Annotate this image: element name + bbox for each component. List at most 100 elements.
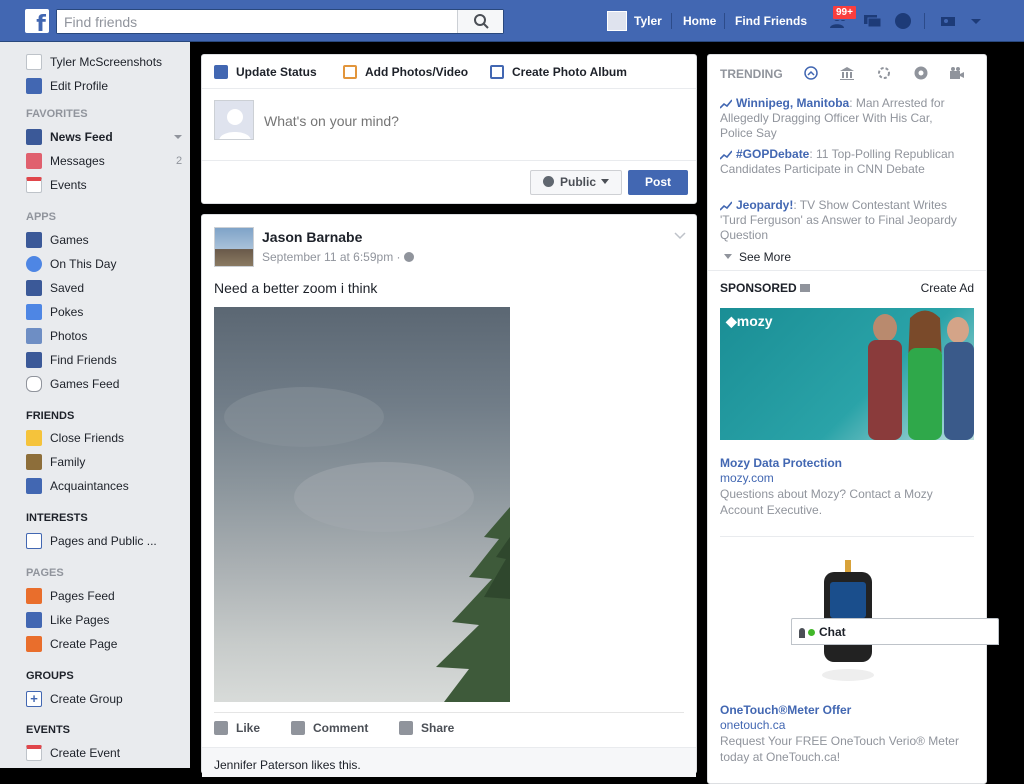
sidebar-item-pages-feed[interactable]: Pages Feed (26, 586, 115, 606)
top-bar: f Tyler Home Find Friends 99+ (0, 0, 1024, 42)
sidebar-item-create-page[interactable]: Create Page (26, 634, 117, 654)
tab-create-photo-album[interactable]: Create Photo Album (490, 65, 627, 79)
sidebar-item-pages-and-public[interactable]: Pages and Public ... (26, 531, 157, 551)
trending-arrow-icon (720, 99, 732, 109)
photo-tree (224, 387, 510, 702)
sidebar-item-label: Pokes (50, 305, 84, 319)
pages-heading: PAGES (26, 567, 64, 579)
apps-heading: APPS (26, 211, 56, 223)
sidebar-profile[interactable]: Tyler McScreenshots (26, 52, 162, 72)
post-button[interactable]: Post (628, 170, 688, 195)
poke-icon (26, 304, 42, 320)
chat-tab[interactable]: Chat (791, 618, 999, 645)
list-icon (26, 478, 42, 494)
sponsored-heading: SPONSORED (720, 281, 811, 295)
status-input[interactable] (264, 110, 684, 132)
sidebar-item-label: Acquaintances (50, 479, 129, 493)
profile-avatar-icon (26, 54, 42, 70)
account-menu-chevron-icon[interactable] (966, 11, 986, 31)
trending-entertainment-icon[interactable] (949, 65, 965, 81)
action-label: Like (236, 721, 261, 735)
composer-avatar (214, 100, 254, 140)
sidebar-item-create-group[interactable]: + Create Group (26, 689, 123, 709)
right-column: TRENDING Winnipeg, Manitoba: Man Arreste… (707, 54, 987, 784)
trending-science-icon[interactable] (876, 65, 892, 81)
post-options-chevron-icon[interactable] (673, 231, 687, 241)
audience-selector[interactable]: Public (530, 170, 622, 195)
trending-politics-icon[interactable] (839, 65, 855, 81)
tab-label: Update Status (236, 65, 317, 79)
profile-avatar[interactable] (607, 11, 627, 31)
see-more-link[interactable]: See More (724, 250, 791, 264)
sidebar-item-find-friends[interactable]: Find Friends (26, 350, 117, 370)
sidebar-item-create-event[interactable]: Create Event (26, 743, 120, 763)
comment-button[interactable]: Comment (291, 721, 368, 735)
sidebar-item-games[interactable]: Games (26, 230, 89, 250)
sidebar-item-label: Create Group (50, 692, 123, 706)
sidebar-item-family[interactable]: Family (26, 452, 85, 472)
sidebar-item-on-this-day[interactable]: On This Day (26, 254, 116, 274)
likes-summary[interactable]: Jennifer Paterson likes this. (214, 758, 361, 772)
sidebar-item-messages[interactable]: Messages (26, 151, 105, 171)
globe-icon (542, 176, 554, 187)
create-ad-link[interactable]: Create Ad (921, 281, 974, 295)
notifications-globe-icon[interactable] (893, 11, 913, 31)
thumbs-up-icon (214, 721, 228, 735)
facebook-logo-icon[interactable]: f (25, 9, 49, 33)
tab-label: Create Photo Album (512, 65, 627, 79)
sidebar-item-photos[interactable]: Photos (26, 326, 87, 346)
trending-item[interactable]: Winnipeg, Manitoba: Man Arrested for All… (720, 96, 960, 141)
privacy-shortcuts-icon[interactable] (938, 11, 958, 31)
sidebar-item-like-pages[interactable]: Like Pages (26, 610, 109, 630)
actions-divider (214, 712, 684, 713)
find-friends-link[interactable]: Find Friends (735, 0, 807, 42)
messages-icon[interactable] (862, 11, 882, 31)
sidebar-item-acquaintances[interactable]: Acquaintances (26, 476, 129, 496)
search-input[interactable] (57, 10, 457, 33)
trending-divider (708, 270, 986, 271)
tab-update-status[interactable]: Update Status (214, 65, 317, 79)
thumbs-up-icon (26, 612, 42, 628)
nav-divider (671, 13, 672, 29)
chat-label: Chat (819, 625, 846, 639)
pencil-icon (214, 65, 228, 79)
sidebar-item-label: Family (50, 455, 86, 469)
ad-desc-mozy: Questions about Mozy? Contact a Mozy Acc… (720, 487, 933, 517)
sidebar-item-label: Messages (50, 154, 105, 168)
sidebar-item-games-feed[interactable]: Games Feed (26, 374, 119, 394)
search-button[interactable] (457, 10, 503, 33)
profile-link[interactable]: Tyler (634, 0, 662, 42)
megaphone-icon (800, 284, 811, 292)
trending-arrow-icon (720, 150, 732, 160)
trending-sports-icon[interactable] (913, 65, 929, 81)
news-feed-options-chevron-icon[interactable] (173, 133, 183, 141)
games-icon (26, 232, 42, 248)
caret-down-icon (601, 179, 609, 184)
post-author-avatar[interactable] (214, 227, 254, 267)
ad-title-mozy[interactable]: Mozy Data Protection (720, 456, 842, 470)
trending-top-icon[interactable] (803, 65, 819, 81)
tab-add-photos-video[interactable]: Add Photos/Video (343, 65, 468, 79)
share-button[interactable]: Share (399, 721, 454, 735)
composer-divider (202, 88, 696, 89)
ad-image-mozy[interactable]: ◆mozy (720, 308, 974, 440)
sidebar-item-news-feed[interactable]: News Feed (26, 127, 113, 147)
sidebar-edit-profile[interactable]: Edit Profile (26, 76, 108, 96)
like-button[interactable]: Like (214, 721, 260, 735)
post-author-name[interactable]: Jason Barnabe (262, 229, 362, 245)
trending-item[interactable]: Jeopardy!: TV Show Contestant Writes 'Tu… (720, 198, 960, 243)
sidebar-item-saved[interactable]: Saved (26, 278, 84, 298)
ad-title-onetouch[interactable]: OneTouch®Meter Offer (720, 703, 851, 717)
feed-post: Jason Barnabe September 11 at 6:59pm · N… (201, 214, 697, 777)
action-label: Share (421, 721, 455, 735)
sidebar-item-pokes[interactable]: Pokes (26, 302, 83, 322)
post-timestamp[interactable]: September 11 at 6:59pm (262, 250, 393, 264)
sidebar-item-events[interactable]: Events (26, 175, 87, 195)
action-label: Comment (313, 721, 369, 735)
home-link[interactable]: Home (683, 0, 716, 42)
post-photo[interactable] (214, 307, 510, 702)
trending-item[interactable]: #GOPDebate: 11 Top-Polling Republican Ca… (720, 147, 960, 177)
sidebar-item-close-friends[interactable]: Close Friends (26, 428, 124, 448)
sidebar-item-label: Edit Profile (50, 79, 109, 93)
house-icon (26, 454, 42, 470)
